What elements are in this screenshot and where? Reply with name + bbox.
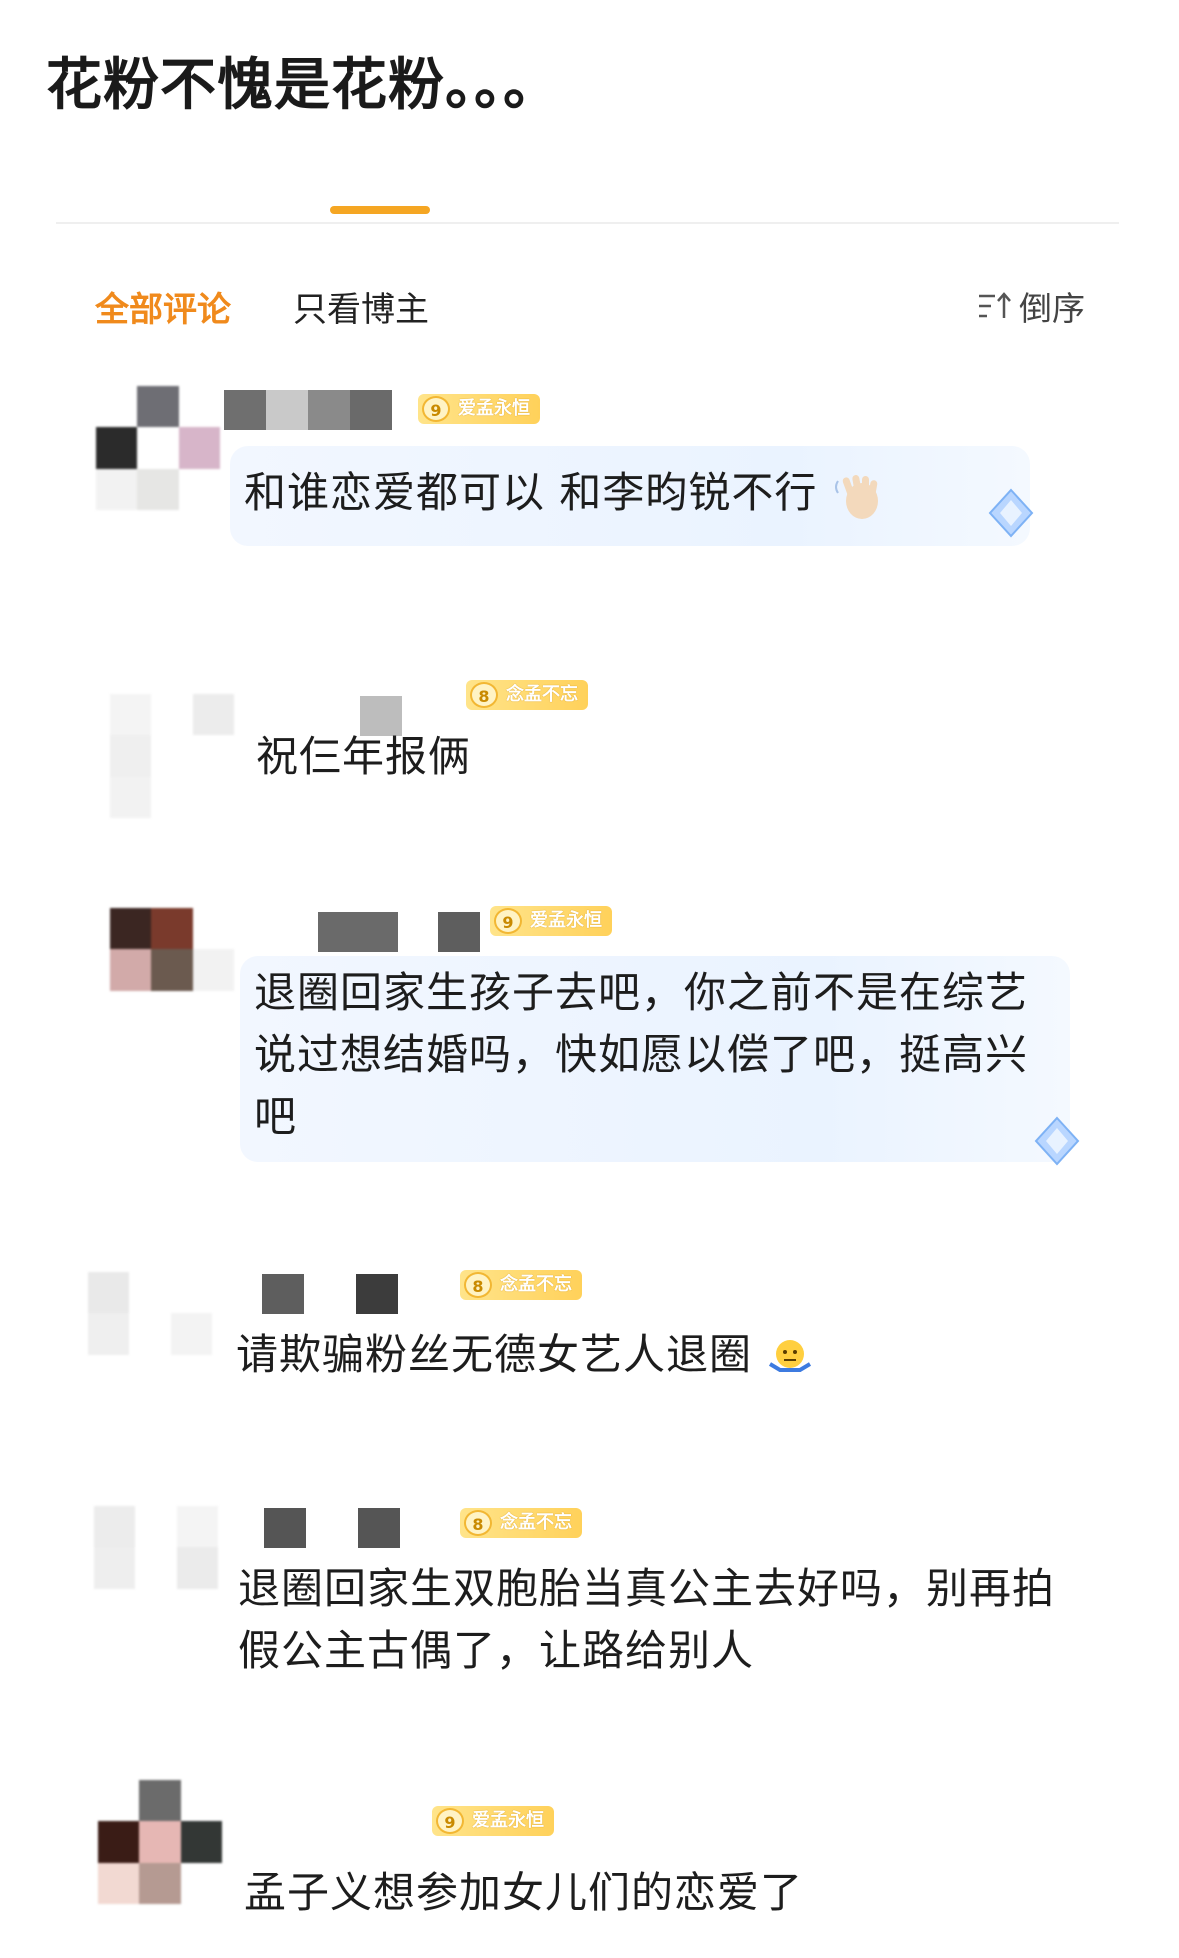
fan-badge: 8 念孟不忘 [466, 680, 588, 710]
tab-all-comments[interactable]: 全部评论 [95, 282, 231, 331]
avatar[interactable] [94, 1506, 218, 1630]
sort-label: 倒序 [1019, 289, 1085, 328]
post-title: 花粉不愧是花粉。。。 [46, 53, 560, 118]
badge-level: 9 [422, 396, 450, 422]
badge-text: 爱孟永恒 [530, 910, 602, 931]
username-redacted[interactable] [264, 1508, 400, 1548]
comment-text: 退圈回家生双胞胎当真公主去好吗，别再拍假公主古偶了，让路给别人 [238, 1564, 1056, 1675]
username-redacted[interactable] [224, 390, 392, 430]
diamond-icon [1034, 1116, 1080, 1166]
avatar[interactable] [96, 386, 220, 510]
fan-badge: 9 爱孟永恒 [490, 906, 612, 936]
diamond-icon [988, 488, 1034, 538]
fan-badge: 9 爱孟永恒 [418, 394, 540, 424]
avatar[interactable] [98, 1780, 222, 1904]
username-redacted[interactable] [318, 912, 480, 952]
avatar[interactable] [88, 1272, 212, 1396]
shrug-icon [769, 1339, 812, 1372]
badge-level: 8 [464, 1510, 492, 1536]
tab-indicator [330, 206, 430, 214]
badge-level: 9 [436, 1808, 464, 1834]
username-redacted[interactable] [262, 1274, 398, 1314]
fan-badge: 9 爱孟永恒 [432, 1806, 554, 1836]
badge-text: 爱孟永恒 [458, 398, 530, 419]
divider [56, 222, 1119, 224]
waving-hand-icon [834, 474, 878, 519]
badge-text: 念孟不忘 [506, 684, 578, 705]
badge-level: 8 [470, 682, 498, 708]
avatar[interactable] [110, 694, 234, 818]
badge-level: 8 [464, 1272, 492, 1298]
sort-order-icon [979, 292, 1011, 318]
comment-text: 祝仨年报俩 [256, 732, 472, 781]
comment-text: 退圈回家生孩子去吧，你之前不是在综艺说过想结婚吗，快如愿以偿了吧，挺高兴吧 [254, 968, 1029, 1141]
badge-level: 9 [494, 908, 522, 934]
avatar[interactable] [110, 908, 234, 1032]
fan-badge: 8 念孟不忘 [460, 1508, 582, 1538]
comment-filter-bar: 全部评论 只看博主 倒序 [95, 282, 1085, 330]
badge-text: 念孟不忘 [500, 1274, 572, 1295]
tab-blogger-only[interactable]: 只看博主 [293, 282, 429, 331]
badge-text: 念孟不忘 [500, 1512, 572, 1533]
badge-text: 爱孟永恒 [472, 1810, 544, 1831]
sort-button[interactable]: 倒序 [977, 282, 1085, 330]
comment-text: 和谁恋爱都可以 和李昀锐不行 [244, 462, 886, 524]
comment-text: 请欺骗粉丝无德女艺人退圈 [236, 1324, 814, 1386]
fan-badge: 8 念孟不忘 [460, 1270, 582, 1300]
comment-text: 孟子义想参加女儿们的恋爱了 [244, 1868, 804, 1917]
